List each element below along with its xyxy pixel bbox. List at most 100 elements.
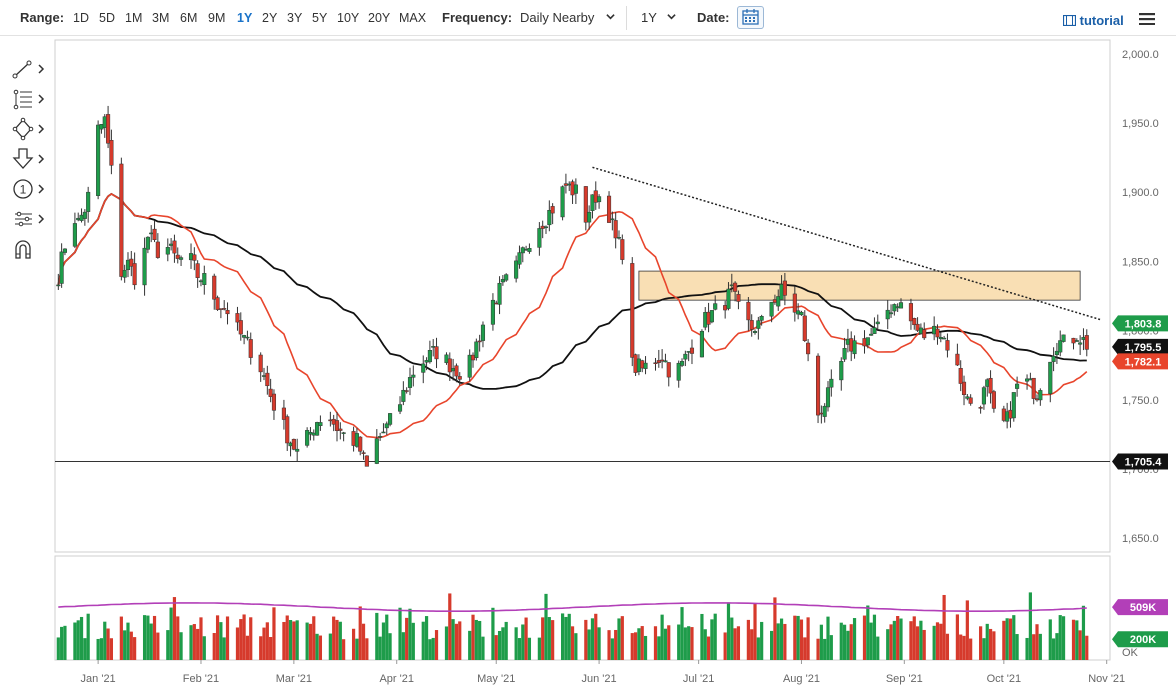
volume-bar bbox=[706, 636, 711, 660]
candle-body bbox=[958, 368, 963, 384]
candle-body bbox=[689, 347, 695, 354]
volume-bar bbox=[73, 622, 77, 660]
volume-bar bbox=[846, 630, 850, 660]
candle-body bbox=[268, 388, 273, 397]
candle-body bbox=[942, 337, 947, 340]
price-tick-label: 1,850.0 bbox=[1122, 256, 1159, 268]
volume-bar bbox=[501, 627, 505, 660]
candle-body bbox=[776, 296, 781, 307]
volume-bar bbox=[783, 623, 787, 660]
candle-body bbox=[242, 335, 247, 338]
volume-bar bbox=[405, 617, 409, 660]
candle-body bbox=[122, 270, 127, 278]
volume-bar bbox=[451, 619, 455, 660]
candle-body bbox=[225, 310, 230, 315]
volume-bar bbox=[106, 628, 110, 660]
candle-body bbox=[792, 293, 797, 313]
volume-bar bbox=[292, 621, 296, 660]
volume-bar bbox=[351, 628, 356, 660]
volume-bar bbox=[109, 638, 113, 660]
volume-bar bbox=[146, 615, 150, 660]
volume-bar bbox=[939, 623, 943, 660]
candle-body bbox=[1084, 335, 1089, 350]
candle-body bbox=[238, 320, 243, 335]
candle-body bbox=[537, 228, 542, 248]
volume-bar bbox=[166, 630, 170, 660]
volume-bar bbox=[965, 600, 969, 660]
volume-bar bbox=[570, 626, 575, 660]
volume-bar bbox=[935, 622, 940, 660]
candle-body bbox=[756, 320, 761, 329]
volume-bar bbox=[899, 618, 903, 660]
candle-body bbox=[869, 333, 874, 336]
candle-body bbox=[202, 273, 207, 285]
volume-bar bbox=[378, 636, 382, 660]
candle-body bbox=[733, 282, 738, 292]
volume-bar bbox=[799, 619, 804, 660]
candle-body bbox=[212, 275, 217, 300]
candle-body bbox=[470, 354, 476, 361]
candle-body bbox=[315, 422, 320, 436]
volume-bar bbox=[829, 635, 833, 660]
candle-body bbox=[311, 432, 316, 436]
candle-body bbox=[593, 190, 598, 203]
volume-bar bbox=[269, 637, 273, 660]
volume-bar bbox=[401, 632, 405, 660]
candle-body bbox=[1051, 355, 1056, 362]
volume-bar bbox=[551, 620, 555, 660]
volume-bar bbox=[335, 619, 339, 660]
date-tick-label: Jul '21 bbox=[683, 673, 714, 685]
volume-bar bbox=[126, 622, 130, 660]
candle-body bbox=[467, 354, 472, 378]
candle-body bbox=[338, 428, 343, 431]
volume-bar bbox=[421, 621, 425, 660]
volume-bar bbox=[212, 633, 216, 660]
candle-body bbox=[1078, 342, 1083, 345]
candle-body bbox=[1038, 390, 1043, 401]
volume-bar bbox=[1025, 637, 1029, 660]
candle-body bbox=[912, 318, 917, 326]
candle-body bbox=[713, 303, 718, 310]
volume-bar bbox=[156, 632, 160, 660]
volume-bar bbox=[76, 620, 80, 660]
price-tick-label: 1,650.0 bbox=[1122, 533, 1159, 545]
volume-bar bbox=[753, 603, 757, 660]
resistance-zone-rect bbox=[638, 270, 1081, 301]
volume-bar bbox=[942, 594, 946, 660]
volume-bar bbox=[750, 629, 754, 660]
volume-bar bbox=[1058, 615, 1062, 660]
volume-bar bbox=[225, 616, 230, 660]
date-tick-label: Nov '21 bbox=[1088, 673, 1125, 685]
volume-bar bbox=[245, 635, 250, 660]
candle-body bbox=[527, 248, 532, 252]
volume-bar bbox=[733, 628, 737, 660]
volume-bar bbox=[912, 616, 916, 660]
candle-body bbox=[265, 372, 270, 387]
volume-bar bbox=[922, 629, 926, 660]
date-tick-label: Sep '21 bbox=[886, 673, 923, 685]
volume-bar bbox=[660, 614, 664, 660]
volume-bar bbox=[633, 632, 638, 660]
price-tick-label: 1,900.0 bbox=[1122, 187, 1159, 199]
volume-bar bbox=[133, 637, 137, 660]
candle-body bbox=[892, 304, 897, 312]
volume-bar bbox=[1085, 635, 1089, 660]
candle-body bbox=[119, 163, 124, 277]
candle-body bbox=[802, 315, 807, 341]
volume-bar bbox=[478, 620, 482, 660]
volume-bar bbox=[862, 615, 867, 660]
volume-bar bbox=[474, 619, 478, 660]
candle-body bbox=[829, 378, 834, 388]
candle-body bbox=[633, 354, 638, 373]
candle-body bbox=[308, 431, 313, 435]
volume-bar bbox=[199, 617, 203, 660]
volume-bar bbox=[361, 623, 366, 660]
candle-body bbox=[215, 297, 220, 310]
price-chart[interactable]: 2,000.01,950.01,900.01,850.01,800.01,750… bbox=[0, 0, 1176, 696]
candle-body bbox=[142, 247, 147, 286]
candle-body bbox=[606, 195, 612, 223]
volume-bar bbox=[597, 627, 601, 660]
candle-body bbox=[218, 308, 223, 310]
volume-bar bbox=[687, 626, 691, 660]
candle-body bbox=[643, 362, 648, 369]
